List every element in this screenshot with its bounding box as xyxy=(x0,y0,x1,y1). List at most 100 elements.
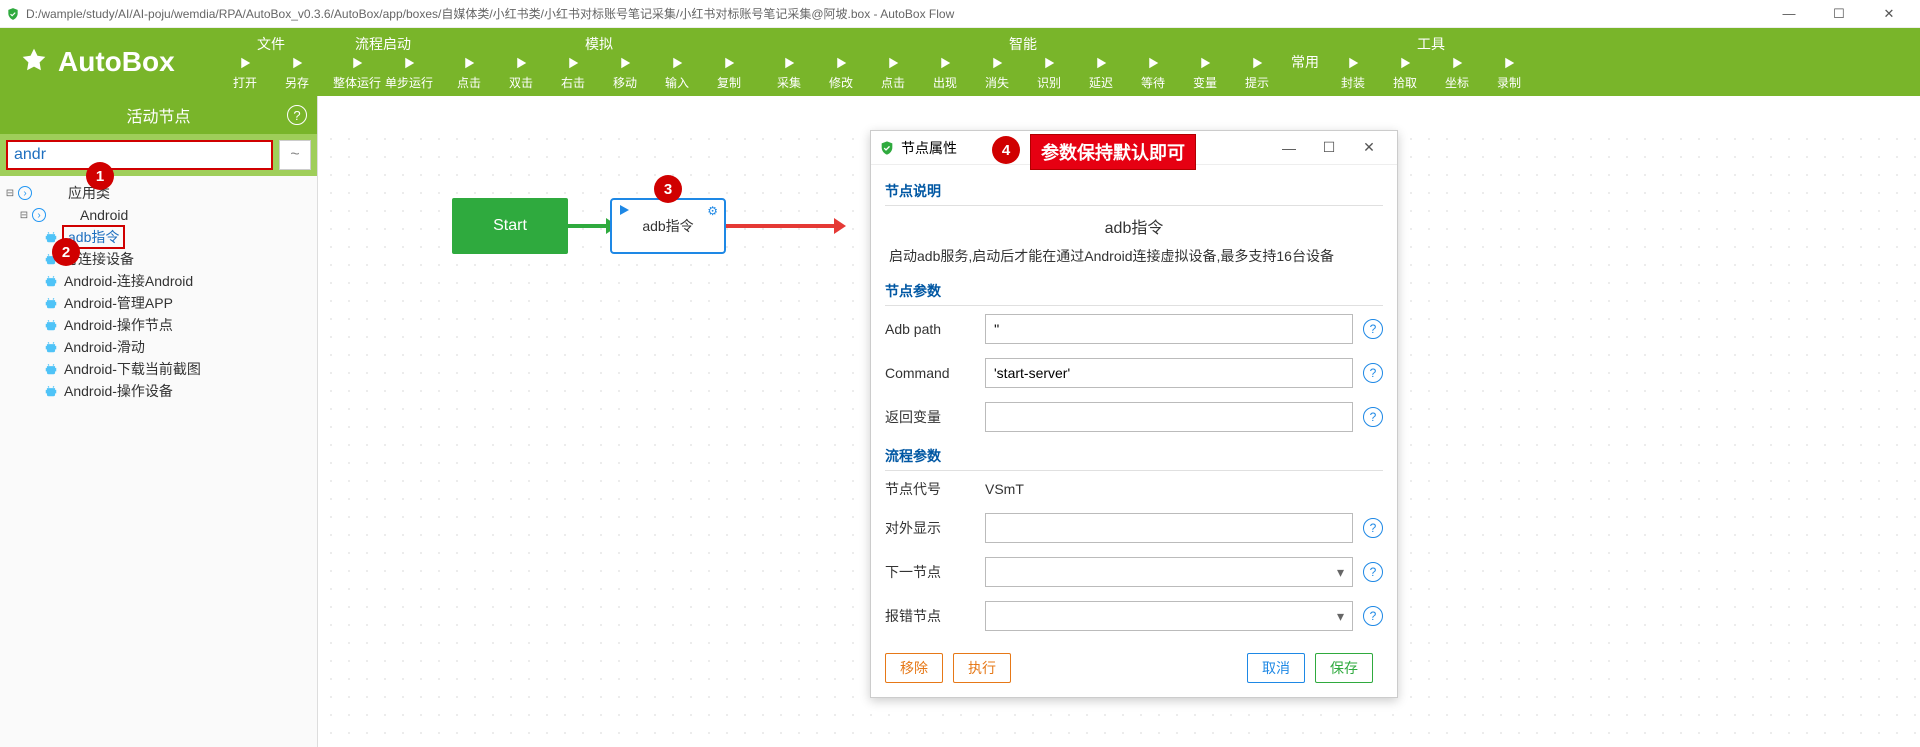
dialog-title: 节点属性 xyxy=(901,138,957,158)
ribbon-button[interactable]: 右击 xyxy=(547,54,599,91)
input-display[interactable] xyxy=(985,513,1353,543)
android-icon xyxy=(44,318,58,332)
android-icon xyxy=(44,296,58,310)
tree-row[interactable]: ⊟应用类 xyxy=(4,182,313,204)
window-maximize-button[interactable]: ☐ xyxy=(1814,0,1864,28)
ribbon-button[interactable]: 点击 xyxy=(867,54,919,91)
ribbon-button[interactable]: 整体运行 xyxy=(331,54,383,91)
ribbon-button[interactable]: 修改 xyxy=(815,54,867,91)
select-error-node[interactable]: ▾ xyxy=(985,601,1353,631)
ribbon-button[interactable]: 封装 xyxy=(1327,54,1379,91)
label-error-node: 报错节点 xyxy=(885,606,985,626)
ribbon-group-title: 模拟 xyxy=(443,34,755,52)
tree-row[interactable]: Android-操作设备 xyxy=(4,380,313,402)
dialog-maximize-button[interactable]: ☐ xyxy=(1309,133,1349,163)
play-icon xyxy=(618,204,630,216)
tree-row[interactable]: Android-滑动 xyxy=(4,336,313,358)
help-icon[interactable]: ? xyxy=(1363,562,1383,582)
ribbon-button[interactable]: 消失 xyxy=(971,54,1023,91)
ribbon-button[interactable]: 等待 xyxy=(1127,54,1179,91)
label-adb-path: Adb path xyxy=(885,321,985,337)
annotation-badge-3: 3 xyxy=(654,175,682,203)
input-return-var[interactable] xyxy=(985,402,1353,432)
tree-row[interactable]: Android-下载当前截图 xyxy=(4,358,313,380)
tree-row[interactable]: Android-操作节点 xyxy=(4,314,313,336)
dialog-minimize-button[interactable]: ― xyxy=(1269,133,1309,163)
window-minimize-button[interactable]: ― xyxy=(1764,0,1814,28)
save-button[interactable]: 保存 xyxy=(1315,653,1373,683)
ribbon-button[interactable]: 拾取 xyxy=(1379,54,1431,91)
ribbon-group-title: 流程启动 xyxy=(331,34,435,52)
ribbon-button[interactable]: 录制 xyxy=(1483,54,1535,91)
ribbon-button[interactable]: 出现 xyxy=(919,54,971,91)
ribbon-group-title: 常用 xyxy=(1291,52,1319,70)
ribbon-button[interactable]: 延迟 xyxy=(1075,54,1127,91)
select-next-node[interactable]: ▾ xyxy=(985,557,1353,587)
help-icon[interactable]: ? xyxy=(1363,363,1383,383)
ribbon-button[interactable]: 双击 xyxy=(495,54,547,91)
window-titlebar: D:/wample/study/AI/AI-poju/wemdia/RPA/Au… xyxy=(0,0,1920,28)
tree-row[interactable]: Android-连接Android xyxy=(4,270,313,292)
side-panel-title: 活动节点 xyxy=(126,103,190,127)
android-icon xyxy=(44,340,58,354)
dialog-close-button[interactable]: ✕ xyxy=(1349,133,1389,163)
label-return-var: 返回变量 xyxy=(885,407,985,427)
search-row: ~ xyxy=(0,134,317,176)
ribbon-button[interactable]: 单步运行 xyxy=(383,54,435,91)
ribbon-button[interactable]: 另存 xyxy=(271,54,323,91)
help-icon[interactable]: ? xyxy=(287,105,307,125)
chevron-icon xyxy=(18,186,32,200)
help-icon[interactable]: ? xyxy=(1363,606,1383,626)
ribbon-button[interactable]: 点击 xyxy=(443,54,495,91)
window-close-button[interactable]: ✕ xyxy=(1864,0,1914,28)
cancel-button[interactable]: 取消 xyxy=(1247,653,1305,683)
ribbon-button[interactable]: 复制 xyxy=(703,54,755,91)
label-next-node: 下一节点 xyxy=(885,562,985,582)
android-icon xyxy=(44,274,58,288)
ribbon-button[interactable]: 移动 xyxy=(599,54,651,91)
ribbon-button[interactable]: 坐标 xyxy=(1431,54,1483,91)
ribbon-group-title: 智能 xyxy=(763,34,1283,52)
section-header-flow: 流程参数 xyxy=(885,446,1383,471)
ribbon-button[interactable]: 采集 xyxy=(763,54,815,91)
ribbon-group-title: 工具 xyxy=(1327,34,1535,52)
flow-arrow-error xyxy=(726,224,836,228)
ribbon-group-title: 文件 xyxy=(219,34,323,52)
help-icon[interactable]: ? xyxy=(1363,319,1383,339)
tree-row[interactable]: 可连接设备 xyxy=(4,248,313,270)
ribbon-button[interactable]: 提示 xyxy=(1231,54,1283,91)
search-toggle-button[interactable]: ~ xyxy=(279,140,311,170)
chevron-icon xyxy=(32,208,46,222)
annotation-note: 参数保持默认即可 xyxy=(1030,134,1196,170)
delete-button[interactable]: 移除 xyxy=(885,653,943,683)
side-panel: 活动节点 ? ~ ⊟应用类⊟Androidadb指令可连接设备Android-连… xyxy=(0,96,318,747)
annotation-badge-4: 4 xyxy=(992,136,1020,164)
side-panel-header: 活动节点 ? xyxy=(0,96,317,134)
execute-button[interactable]: 执行 xyxy=(953,653,1011,683)
node-tree: ⊟应用类⊟Androidadb指令可连接设备Android-连接AndroidA… xyxy=(0,176,317,408)
annotation-badge-1: 1 xyxy=(86,162,114,190)
value-node-id: VSmT xyxy=(985,481,1383,497)
ribbon-button[interactable]: 识别 xyxy=(1023,54,1075,91)
window-title: D:/wample/study/AI/AI-poju/wemdia/RPA/Au… xyxy=(26,5,954,22)
help-icon[interactable]: ? xyxy=(1363,407,1383,427)
search-input[interactable] xyxy=(6,140,273,170)
label-command: Command xyxy=(885,365,985,381)
tree-row[interactable]: Android-管理APP xyxy=(4,292,313,314)
ribbon-button[interactable]: 打开 xyxy=(219,54,271,91)
ribbon-button[interactable]: 输入 xyxy=(651,54,703,91)
input-adb-path[interactable] xyxy=(985,314,1353,344)
input-command[interactable] xyxy=(985,358,1353,388)
shield-icon xyxy=(6,7,20,21)
shield-icon xyxy=(879,140,895,156)
label-display: 对外显示 xyxy=(885,518,985,538)
flow-arrow xyxy=(568,224,608,228)
tree-row[interactable]: ⊟Android xyxy=(4,204,313,226)
ribbon-button[interactable]: 变量 xyxy=(1179,54,1231,91)
adb-node[interactable]: ⚙ adb指令 xyxy=(610,198,726,254)
help-icon[interactable]: ? xyxy=(1363,518,1383,538)
ribbon-toolbar: AutoBox 文件打开另存流程启动整体运行单步运行模拟点击双击右击移动输入复制… xyxy=(0,28,1920,96)
tree-row-selected[interactable]: adb指令 xyxy=(4,226,313,248)
start-node[interactable]: Start xyxy=(452,198,568,254)
app-logo: AutoBox xyxy=(0,28,215,96)
